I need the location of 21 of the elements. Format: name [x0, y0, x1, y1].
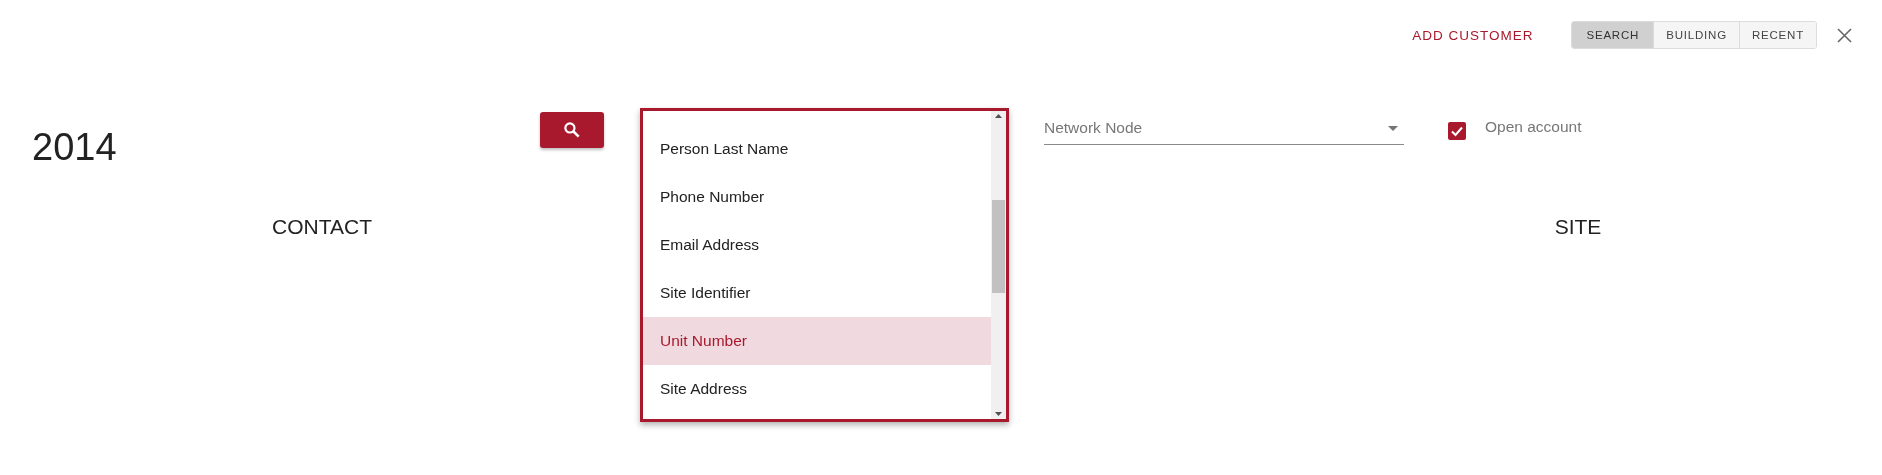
search-value[interactable]: 2014: [32, 126, 540, 169]
menu-item[interactable]: Unit Number: [643, 317, 991, 365]
menu-item[interactable]: Phone Number: [643, 173, 991, 221]
network-node-field[interactable]: Network Node: [1044, 112, 1404, 145]
section-heading: SITE: [1553, 215, 1603, 239]
menu-item[interactable]: Email Address: [643, 221, 991, 269]
checkbox-label: Open account: [1485, 118, 1582, 136]
tab[interactable]: BUILDING: [1653, 22, 1739, 48]
close-icon[interactable]: [1837, 27, 1852, 43]
tab[interactable]: RECENT: [1738, 22, 1816, 48]
section-heading: CONTACT: [271, 215, 373, 239]
search-icon: [562, 120, 582, 140]
menu-item[interactable]: Person Last Name: [643, 125, 991, 173]
tab[interactable]: SEARCH: [1572, 22, 1654, 48]
add-customer-button[interactable]: ADD CUSTOMER: [1404, 21, 1542, 49]
checkbox[interactable]: [1448, 122, 1466, 140]
scrollbar[interactable]: [991, 111, 1006, 419]
menu-item[interactable]: Site Identifier: [643, 269, 991, 317]
search-button[interactable]: [540, 112, 604, 148]
menu-item[interactable]: Site Address: [643, 365, 991, 413]
caret-icon: [1388, 126, 1398, 131]
